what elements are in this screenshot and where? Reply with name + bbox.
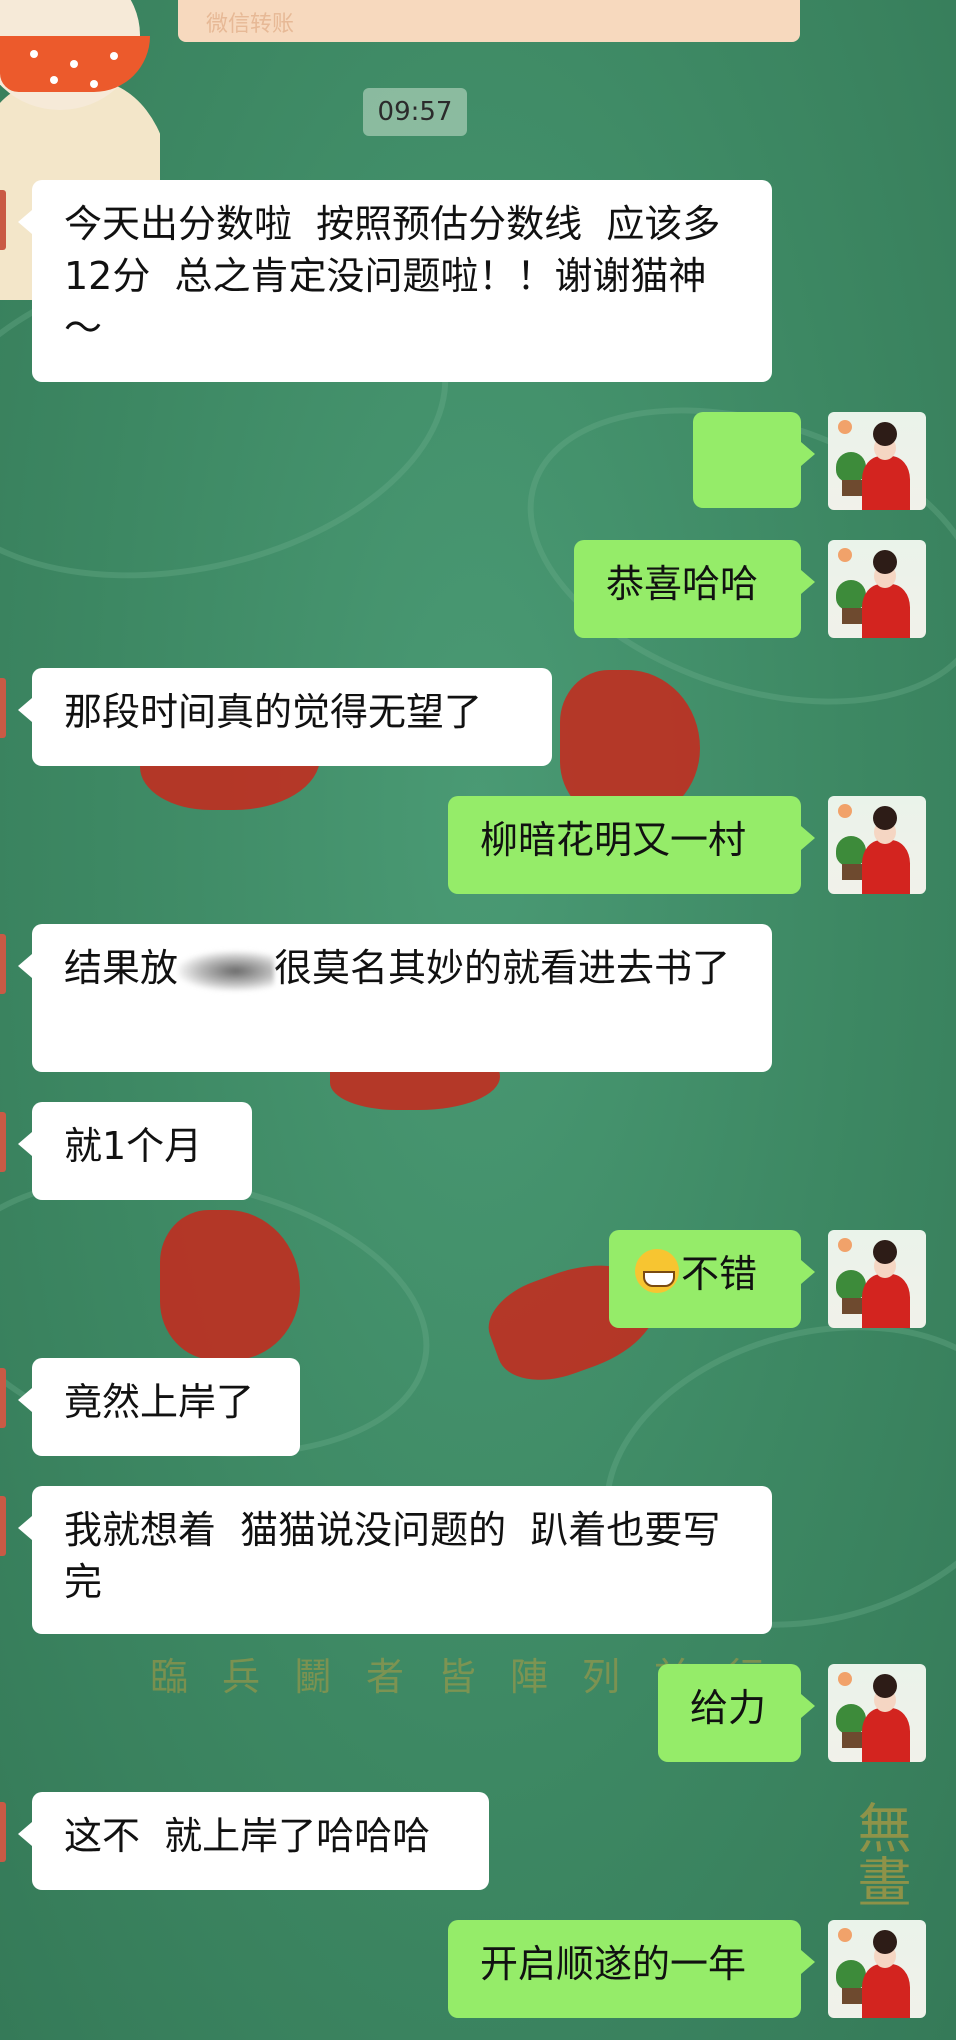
my-avatar[interactable]	[828, 412, 926, 510]
my-avatar[interactable]	[828, 540, 926, 638]
message-bubble[interactable]: 开启顺遂的一年	[448, 1920, 815, 2018]
my-avatar[interactable]	[828, 1230, 926, 1328]
message-bubble[interactable]: 那段时间真的觉得无望了	[18, 668, 552, 766]
message-text: 很莫名其妙的就看进去书了	[274, 946, 731, 990]
message-bubble[interactable]: 就1个月	[18, 1102, 252, 1200]
message-bubble[interactable]: 恭喜哈哈	[574, 540, 815, 638]
message-timestamp: 09:57	[363, 88, 467, 136]
transfer-card[interactable]: 微信转账	[178, 0, 800, 42]
message-bubble[interactable]	[693, 412, 815, 589]
message-bubble[interactable]: 柳暗花明又一村	[448, 796, 815, 894]
message-bubble[interactable]: 结果放 很莫名其妙的就看进去书了	[18, 924, 772, 1072]
message-bubble[interactable]: 给力	[658, 1664, 815, 1762]
background-side-text: 無畫	[848, 1800, 911, 1908]
message-bubble[interactable]: 这不 就上岸了哈哈哈	[18, 1792, 489, 1890]
message-bubble[interactable]: 不错	[609, 1230, 815, 1328]
transfer-label: 微信转账	[206, 12, 295, 37]
my-avatar[interactable]	[828, 1920, 926, 2018]
my-avatar[interactable]	[828, 1664, 926, 1762]
my-avatar[interactable]	[828, 796, 926, 894]
message-bubble[interactable]: 今天出分数啦 按照预估分数线 应该多12分 总之肯定没问题啦！！谢谢猫神～	[18, 180, 772, 382]
grinning-emoji-icon	[635, 1249, 679, 1293]
message-bubble[interactable]: 竟然上岸了	[18, 1358, 300, 1456]
message-bubble[interactable]: 我就想着 猫猫说没问题的 趴着也要写完	[18, 1486, 772, 1634]
redacted-text	[178, 950, 275, 991]
message-text: 结果放	[64, 946, 179, 990]
message-text: 不错	[681, 1252, 758, 1296]
